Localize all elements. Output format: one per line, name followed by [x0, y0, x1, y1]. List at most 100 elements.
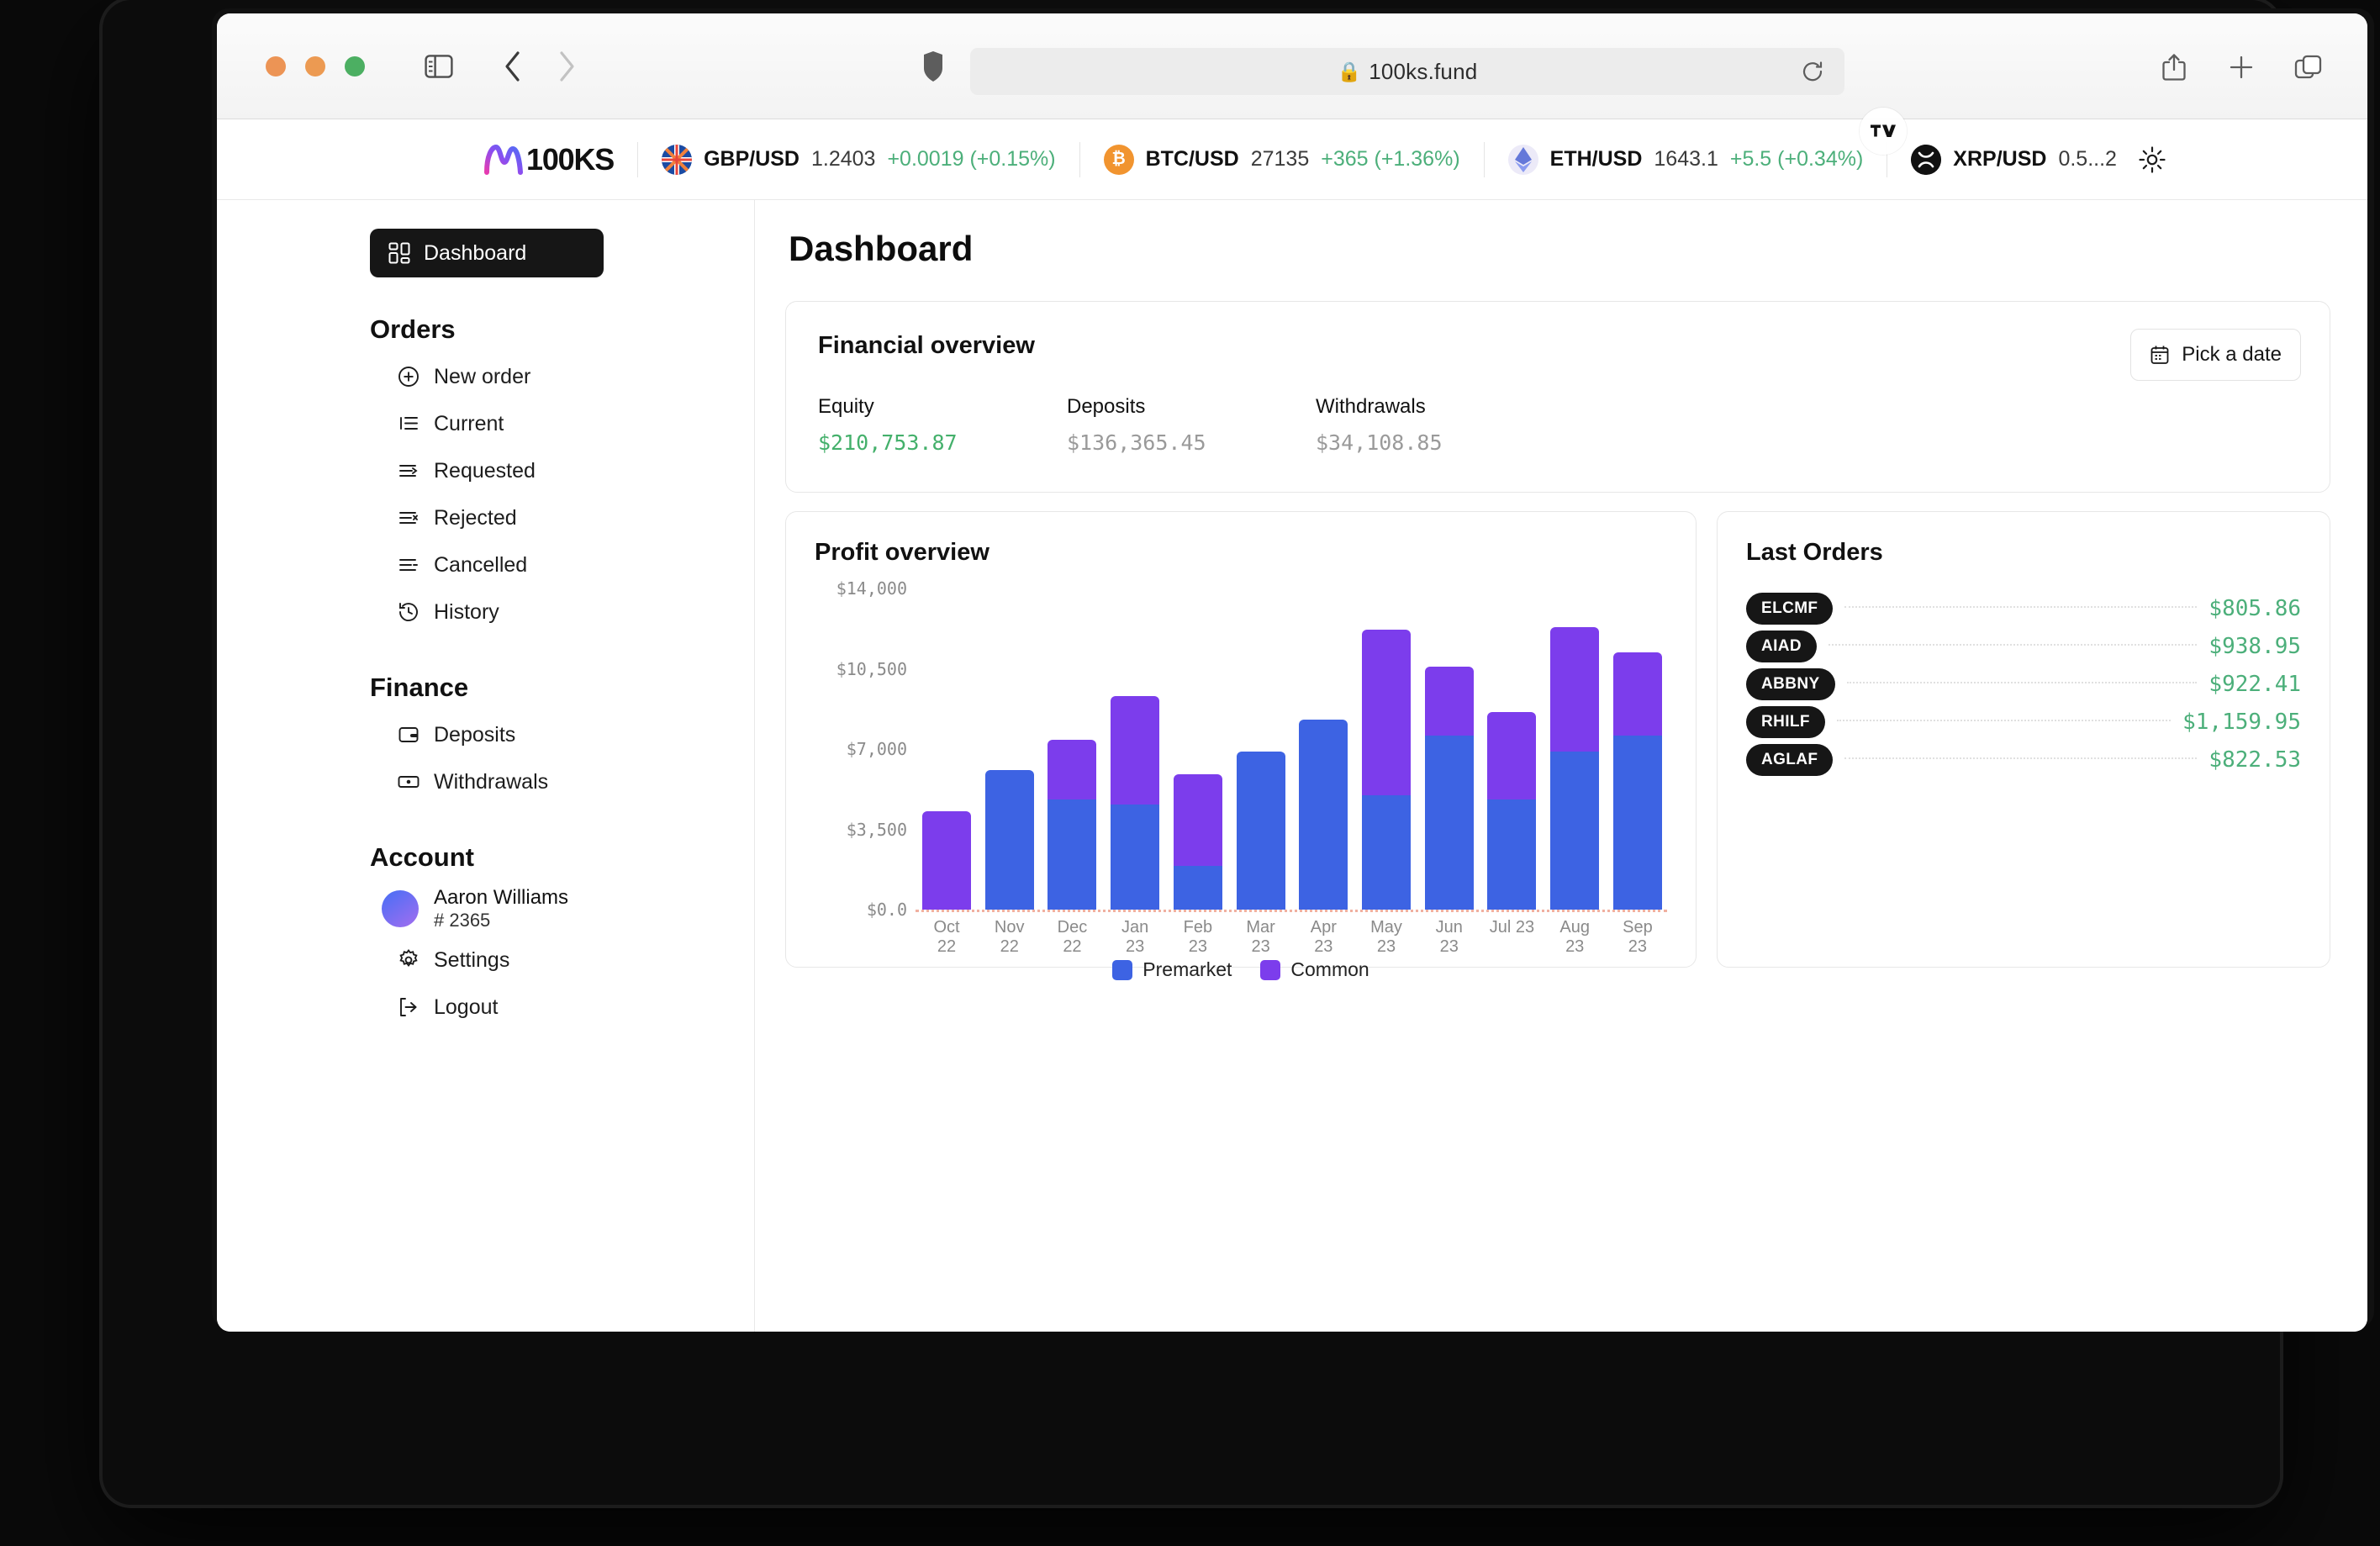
sidebar-item-label: Settings: [434, 948, 509, 973]
xrp-icon: [1911, 145, 1941, 175]
tradingview-badge-icon[interactable]: [1860, 108, 1907, 155]
lock-icon: 🔒: [1338, 62, 1362, 82]
chart-bar[interactable]: [1048, 588, 1096, 910]
window-controls[interactable]: [266, 56, 365, 77]
sidebar-item-rejected[interactable]: Rejected: [378, 494, 715, 541]
chart-bar[interactable]: [1550, 588, 1599, 910]
order-row[interactable]: ELCMF$805.86: [1746, 590, 2301, 627]
chart-x-tick: Dec 22: [1048, 918, 1096, 957]
order-row[interactable]: ABBNY $922.41: [1746, 666, 2301, 703]
chart-y-tick: $0.0: [867, 900, 907, 920]
chart-x-tick: Jul 23: [1487, 918, 1536, 957]
ticker-price: 27135: [1251, 147, 1310, 171]
sidebar-item-settings[interactable]: Settings: [378, 937, 715, 984]
sidebar-item-current[interactable]: Current: [378, 400, 715, 447]
chart-bar[interactable]: [1237, 588, 1285, 910]
stat-value: $210,753.87: [818, 430, 1067, 455]
device-frame: 🔒 100ks.fund: [103, 0, 2280, 1505]
chart-x-tick: Mar 23: [1237, 918, 1285, 957]
stat-deposits: Deposits $136,365.45: [1067, 395, 1316, 455]
chart-legend-item[interactable]: Premarket: [1112, 958, 1232, 981]
ticker-btc-usd[interactable]: ₿ BTC/USD 27135 +365 (+1.36%): [1104, 145, 1460, 175]
account-profile[interactable]: Aaron Williams # 2365: [370, 881, 715, 937]
forward-button[interactable]: [545, 45, 588, 88]
banknote-icon: [397, 770, 420, 794]
sidebar-toggle-icon[interactable]: [417, 45, 461, 88]
chart-bar-segment-premarket: [1174, 866, 1222, 910]
order-row[interactable]: AGLAF$822.53: [1746, 741, 2301, 778]
sidebar-item-label: History: [434, 600, 499, 625]
order-row[interactable]: AIAD$938.95: [1746, 628, 2301, 665]
chart-y-tick: $14,000: [836, 578, 907, 599]
sidebar-item-label: New order: [434, 365, 530, 389]
sidebar-item-history[interactable]: History: [378, 588, 715, 636]
pick-a-date-button[interactable]: Pick a date: [2130, 329, 2301, 381]
divider: [1484, 142, 1485, 177]
legend-label: Premarket: [1143, 958, 1232, 981]
chart-bar-segment-premarket: [1299, 720, 1348, 910]
close-window-button[interactable]: [266, 56, 286, 77]
address-bar[interactable]: 🔒 100ks.fund: [970, 48, 1844, 95]
sidebar-item-new-order[interactable]: New order: [378, 353, 715, 400]
ticker-eth-usd[interactable]: ETH/USD 1643.1 +5.5 (+0.34%): [1508, 145, 1864, 175]
ticker-change: +365 (+1.36%): [1321, 147, 1459, 171]
chart-bar-segment-premarket: [985, 770, 1034, 910]
chart-bar-segment-common: [1048, 740, 1096, 799]
sidebar-item-logout[interactable]: Logout: [378, 984, 715, 1031]
sidebar-item-cancelled[interactable]: Cancelled: [378, 541, 715, 588]
brand-logo[interactable]: 100KS: [484, 142, 614, 177]
ticker-price: 1.2403: [811, 147, 875, 171]
order-amount: $922.41: [2208, 672, 2301, 697]
sidebar-account-list: Settings Logout: [370, 937, 715, 1031]
ticker-gbp-usd[interactable]: GBP/USD 1.2403 +0.0019 (+0.15%): [662, 145, 1056, 175]
chart-legend-item[interactable]: Common: [1260, 958, 1369, 981]
sidebar-item-label: Current: [434, 412, 504, 436]
dashboard-grid-icon: [388, 242, 410, 264]
divider: [1079, 142, 1080, 177]
stat-withdrawals: Withdrawals $34,108.85: [1316, 395, 1565, 455]
minimize-window-button[interactable]: [305, 56, 325, 77]
back-button[interactable]: [491, 45, 535, 88]
page-body: Dashboard Orders New order: [217, 200, 2367, 1332]
shield-icon[interactable]: [911, 45, 955, 88]
new-tab-icon[interactable]: [2219, 45, 2263, 89]
chart-bar-segment-premarket: [1237, 752, 1285, 910]
browser-titlebar: 🔒 100ks.fund: [217, 13, 2367, 119]
avatar: [382, 890, 419, 927]
chart-bar[interactable]: [1299, 588, 1348, 910]
chart-bar[interactable]: [1487, 588, 1536, 910]
order-dot-leader: [1847, 682, 2198, 683]
sun-icon[interactable]: [2139, 146, 2166, 173]
ticker-pair: GBP/USD: [704, 147, 799, 171]
chart-y-tick: $7,000: [847, 739, 907, 759]
chart-y-tick: $10,500: [836, 659, 907, 679]
100ks-logo-icon: [484, 144, 523, 176]
reload-icon[interactable]: [1796, 55, 1829, 88]
chart-bar[interactable]: [985, 588, 1034, 910]
chart-bar[interactable]: [1111, 588, 1159, 910]
chart-bar[interactable]: [1425, 588, 1474, 910]
chart-bar[interactable]: [1613, 588, 1662, 910]
sidebar-item-requested[interactable]: Requested: [378, 447, 715, 494]
ticker-change: +5.5 (+0.34%): [1730, 147, 1863, 171]
maximize-window-button[interactable]: [345, 56, 365, 77]
sidebar-item-withdrawals[interactable]: Withdrawals: [378, 758, 715, 805]
ticker-xrp-usd[interactable]: XRP/USD 0.5...2: [1911, 145, 2117, 175]
profit-overview-title: Profit overview: [815, 539, 1667, 567]
chart-bar[interactable]: [922, 588, 971, 910]
chart-bar[interactable]: [1174, 588, 1222, 910]
sidebar-item-deposits[interactable]: Deposits: [378, 711, 715, 758]
chart-x-tick: Nov 22: [985, 918, 1034, 957]
list-arrow-icon: [397, 459, 420, 483]
chart-bar[interactable]: [1362, 588, 1411, 910]
order-dot-leader: [1837, 720, 2171, 721]
divider: [637, 142, 638, 177]
share-icon[interactable]: [2152, 45, 2196, 89]
stat-label: Equity: [818, 395, 1067, 419]
order-row[interactable]: RHILF$1,159.95: [1746, 704, 2301, 741]
order-ticker-chip: ABBNY: [1746, 668, 1835, 700]
stat-label: Withdrawals: [1316, 395, 1565, 419]
tab-overview-icon[interactable]: [2287, 45, 2330, 89]
sidebar-item-dashboard[interactable]: Dashboard: [370, 229, 604, 277]
chart-bar-segment-common: [1550, 627, 1599, 751]
